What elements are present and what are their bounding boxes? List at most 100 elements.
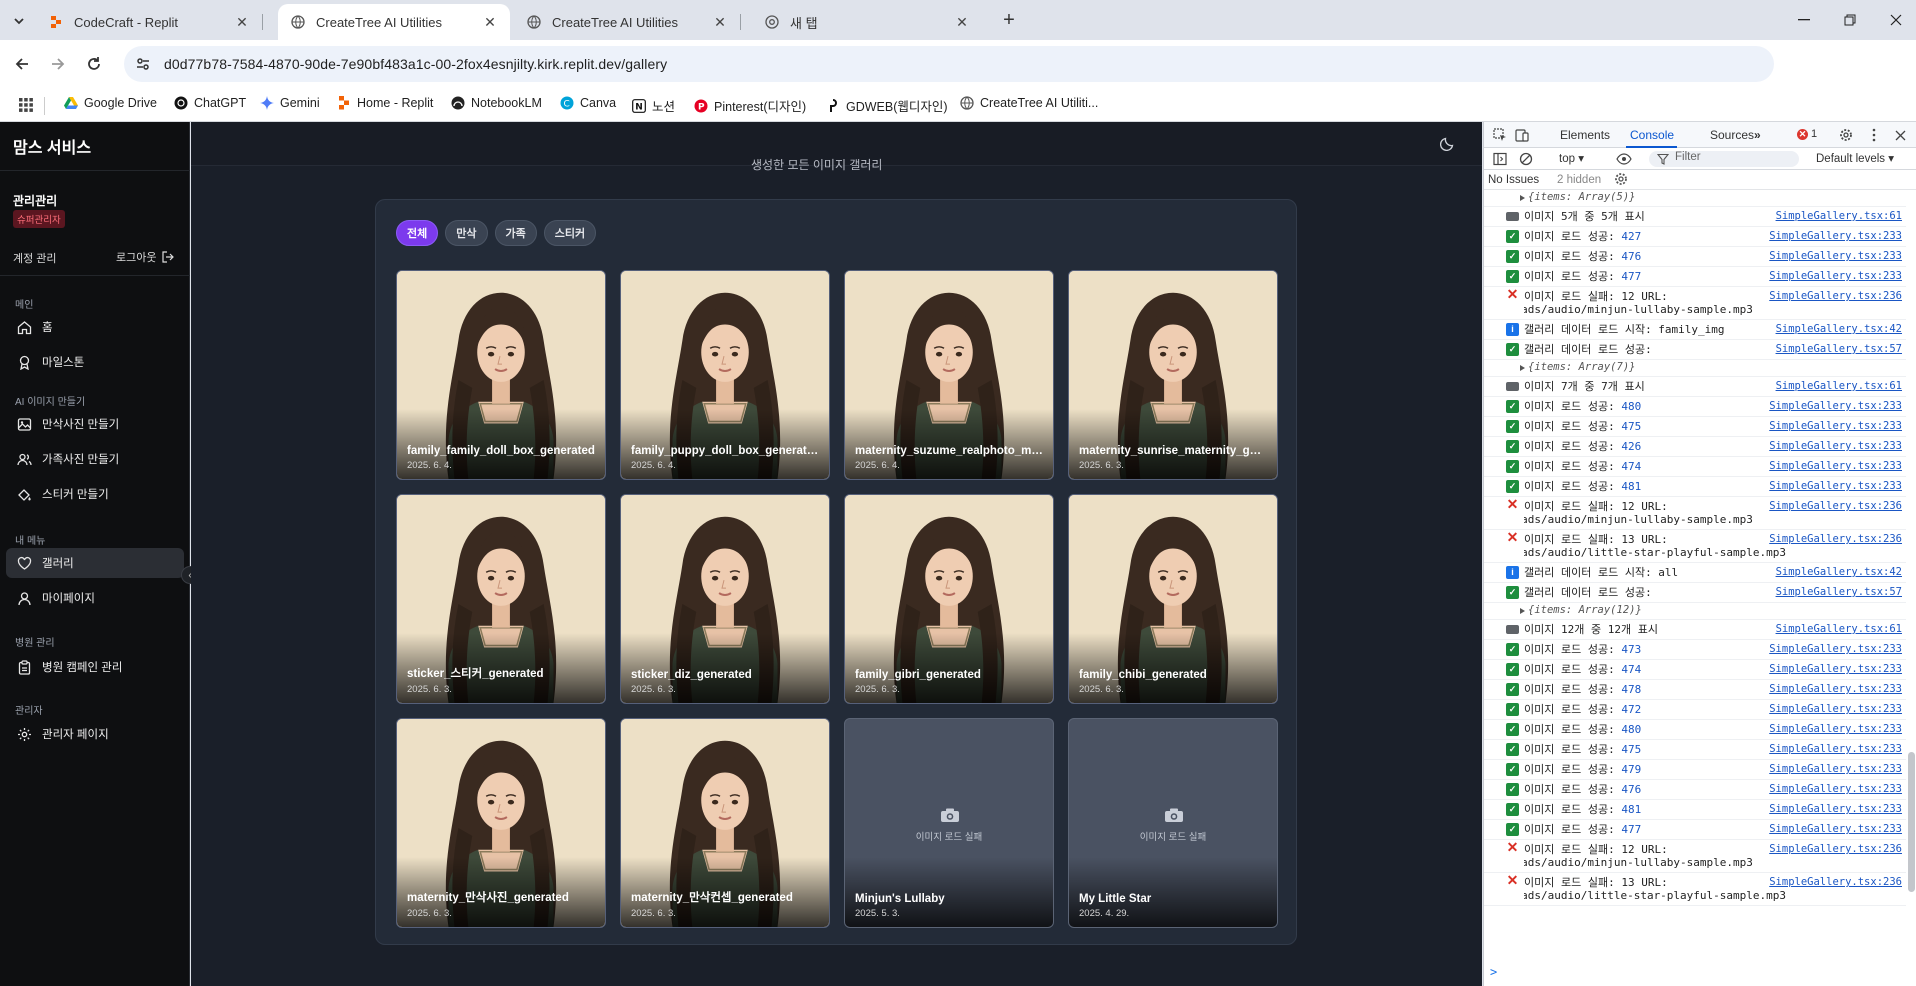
- bookmark-pinterest[interactable]: P Pinterest(디자인): [694, 96, 806, 115]
- console-source-link[interactable]: SimpleGallery.tsx:236: [1765, 876, 1902, 889]
- browser-tab-createtree[interactable]: CreateTree AI Utilities ✕: [514, 4, 741, 40]
- gallery-card[interactable]: sticker_스티커_generated 2025. 6. 3.: [396, 494, 606, 704]
- sidebar-item-admin-page[interactable]: 관리자 페이지: [6, 719, 184, 749]
- filter-tab-maternity[interactable]: 만삭: [445, 220, 488, 246]
- console-source-link[interactable]: SimpleGallery.tsx:57: [1771, 586, 1902, 599]
- console-source-link[interactable]: SimpleGallery.tsx:233: [1765, 440, 1902, 453]
- address-bar[interactable]: d0d77b78-7584-4870-90de-7e90bf483a1c-00-…: [124, 46, 1774, 82]
- sidebar-item-mypage[interactable]: 마이페이지: [6, 583, 184, 613]
- sidebar-toggle-icon[interactable]: [1492, 151, 1508, 167]
- sidebar-item-gallery[interactable]: 갤러리: [6, 548, 184, 578]
- browser-tab-newtab[interactable]: 새 탭 ✕: [752, 4, 982, 40]
- bookmark-gemini[interactable]: Gemini: [260, 96, 320, 110]
- log-levels-dropdown[interactable]: Default levels ▾: [1816, 151, 1894, 165]
- sidebar-item-campaign[interactable]: 병원 캠페인 관리: [6, 652, 184, 682]
- console-source-link[interactable]: SimpleGallery.tsx:233: [1765, 230, 1902, 243]
- console-prompt[interactable]: >: [1490, 965, 1497, 979]
- gallery-card[interactable]: family_chibi_generated 2025. 6. 3.: [1068, 494, 1278, 704]
- live-expression-eye-icon[interactable]: [1616, 151, 1632, 167]
- console-source-link[interactable]: SimpleGallery.tsx:233: [1765, 643, 1902, 656]
- gallery-card[interactable]: maternity_suzume_realphoto_mo... 2025. 6…: [844, 270, 1054, 480]
- console-source-link[interactable]: SimpleGallery.tsx:233: [1765, 683, 1902, 696]
- console-object-preview[interactable]: {items: Array(5)}: [1484, 190, 1906, 207]
- console-settings-gear-icon[interactable]: [1614, 172, 1628, 186]
- back-icon[interactable]: [10, 52, 34, 76]
- bookmark-canva[interactable]: C Canva: [560, 96, 616, 110]
- sidebar-item-home[interactable]: 홈: [6, 312, 184, 342]
- console-source-link[interactable]: SimpleGallery.tsx:57: [1771, 343, 1902, 356]
- console-source-link[interactable]: SimpleGallery.tsx:233: [1765, 703, 1902, 716]
- bookmark-notion[interactable]: N 노션: [632, 96, 675, 115]
- gallery-card[interactable]: maternity_만삭컨셉_generated 2025. 6. 3.: [620, 718, 830, 928]
- console-source-link[interactable]: SimpleGallery.tsx:233: [1765, 783, 1902, 796]
- context-selector[interactable]: top ▾: [1559, 151, 1584, 165]
- device-toggle-icon[interactable]: [1514, 127, 1530, 143]
- no-issues-text[interactable]: No Issues: [1488, 174, 1539, 186]
- reload-icon[interactable]: [82, 52, 106, 76]
- console-source-link[interactable]: SimpleGallery.tsx:236: [1765, 533, 1902, 546]
- site-info-icon[interactable]: [132, 53, 154, 75]
- sidebar-item-maternity[interactable]: 만삭사진 만들기: [6, 409, 184, 439]
- console-source-link[interactable]: SimpleGallery.tsx:236: [1765, 290, 1902, 303]
- tab-search-icon[interactable]: [8, 10, 30, 32]
- console-source-link[interactable]: SimpleGallery.tsx:236: [1765, 500, 1902, 513]
- console-object-preview[interactable]: {items: Array(7)}: [1484, 360, 1906, 377]
- bookmark-createtree[interactable]: CreateTree AI Utiliti...: [960, 96, 1098, 110]
- bookmark-google-drive[interactable]: Google Drive: [64, 96, 157, 110]
- devtools-close-icon[interactable]: [1892, 127, 1908, 143]
- account-settings-link[interactable]: 계정 관리: [13, 250, 57, 266]
- devtools-tab-elements[interactable]: Elements: [1560, 128, 1610, 142]
- console-filter-input[interactable]: Filter: [1649, 151, 1799, 167]
- logout-button[interactable]: 로그아웃: [116, 249, 175, 265]
- devtools-tab-sources[interactable]: Sources: [1710, 128, 1754, 142]
- gallery-card[interactable]: family_family_doll_box_generated 2025. 6…: [396, 270, 606, 480]
- console-object-preview[interactable]: {items: Array(12)}: [1484, 603, 1906, 620]
- gallery-card[interactable]: maternity_sunrise_maternity_gen... 2025.…: [1068, 270, 1278, 480]
- restore-icon[interactable]: [1827, 6, 1873, 34]
- close-tab-icon[interactable]: ✕: [954, 14, 970, 30]
- bookmark-notebooklm[interactable]: NotebookLM: [451, 96, 542, 110]
- console-source-link[interactable]: SimpleGallery.tsx:233: [1765, 270, 1902, 283]
- devtools-tab-console[interactable]: Console: [1630, 128, 1674, 142]
- sidebar-item-milestone[interactable]: 마일스톤: [6, 347, 184, 377]
- browser-tab-codecraft[interactable]: CodeCraft - Replit ✕: [36, 4, 263, 40]
- minimize-icon[interactable]: [1781, 6, 1827, 34]
- console-scrollbar[interactable]: [1908, 752, 1915, 892]
- inspect-element-icon[interactable]: [1492, 127, 1508, 143]
- console-source-link[interactable]: SimpleGallery.tsx:42: [1771, 323, 1902, 336]
- filter-tab-all[interactable]: 전체: [396, 220, 439, 246]
- gallery-card-failed[interactable]: 이미지 로드 실패 My Little Star 2025. 4. 29.: [1068, 718, 1278, 928]
- console-source-link[interactable]: SimpleGallery.tsx:236: [1765, 843, 1902, 856]
- more-tabs-chevron-icon[interactable]: »: [1754, 128, 1761, 142]
- console-source-link[interactable]: SimpleGallery.tsx:233: [1765, 460, 1902, 473]
- console-source-link[interactable]: SimpleGallery.tsx:233: [1765, 420, 1902, 433]
- bookmark-chatgpt[interactable]: ChatGPT: [174, 96, 246, 110]
- error-count-badge[interactable]: ✕ 1: [1797, 128, 1817, 140]
- devtools-menu-icon[interactable]: [1866, 127, 1882, 143]
- console-source-link[interactable]: SimpleGallery.tsx:61: [1771, 210, 1902, 223]
- apps-grid-icon[interactable]: [18, 97, 34, 113]
- bookmark-replit-home[interactable]: Home - Replit: [337, 96, 433, 110]
- browser-tab-createtree-active[interactable]: CreateTree AI Utilities ✕: [278, 4, 510, 40]
- brand-title[interactable]: 맘스 서비스: [13, 134, 91, 158]
- close-tab-icon[interactable]: ✕: [482, 14, 498, 30]
- new-tab-icon[interactable]: +: [996, 9, 1022, 31]
- console-source-link[interactable]: SimpleGallery.tsx:233: [1765, 743, 1902, 756]
- console-source-link[interactable]: SimpleGallery.tsx:233: [1765, 723, 1902, 736]
- console-source-link[interactable]: SimpleGallery.tsx:233: [1765, 663, 1902, 676]
- console-source-link[interactable]: SimpleGallery.tsx:233: [1765, 400, 1902, 413]
- console-source-link[interactable]: SimpleGallery.tsx:233: [1765, 763, 1902, 776]
- gallery-card-failed[interactable]: 이미지 로드 실패 Minjun's Lullaby 2025. 5. 3.: [844, 718, 1054, 928]
- forward-icon[interactable]: [46, 52, 70, 76]
- close-window-icon[interactable]: [1873, 6, 1916, 34]
- console-source-link[interactable]: SimpleGallery.tsx:233: [1765, 480, 1902, 493]
- console-source-link[interactable]: SimpleGallery.tsx:233: [1765, 823, 1902, 836]
- console-source-link[interactable]: SimpleGallery.tsx:61: [1771, 380, 1902, 393]
- gallery-card[interactable]: sticker_diz_generated 2025. 6. 3.: [620, 494, 830, 704]
- console-source-link[interactable]: SimpleGallery.tsx:233: [1765, 250, 1902, 263]
- url-text[interactable]: d0d77b78-7584-4870-90de-7e90bf483a1c-00-…: [164, 56, 667, 72]
- close-tab-icon[interactable]: ✕: [712, 14, 728, 30]
- gallery-card[interactable]: family_gibri_generated 2025. 6. 3.: [844, 494, 1054, 704]
- devtools-settings-gear-icon[interactable]: [1838, 127, 1854, 143]
- gallery-card[interactable]: maternity_만삭사진_generated 2025. 6. 3.: [396, 718, 606, 928]
